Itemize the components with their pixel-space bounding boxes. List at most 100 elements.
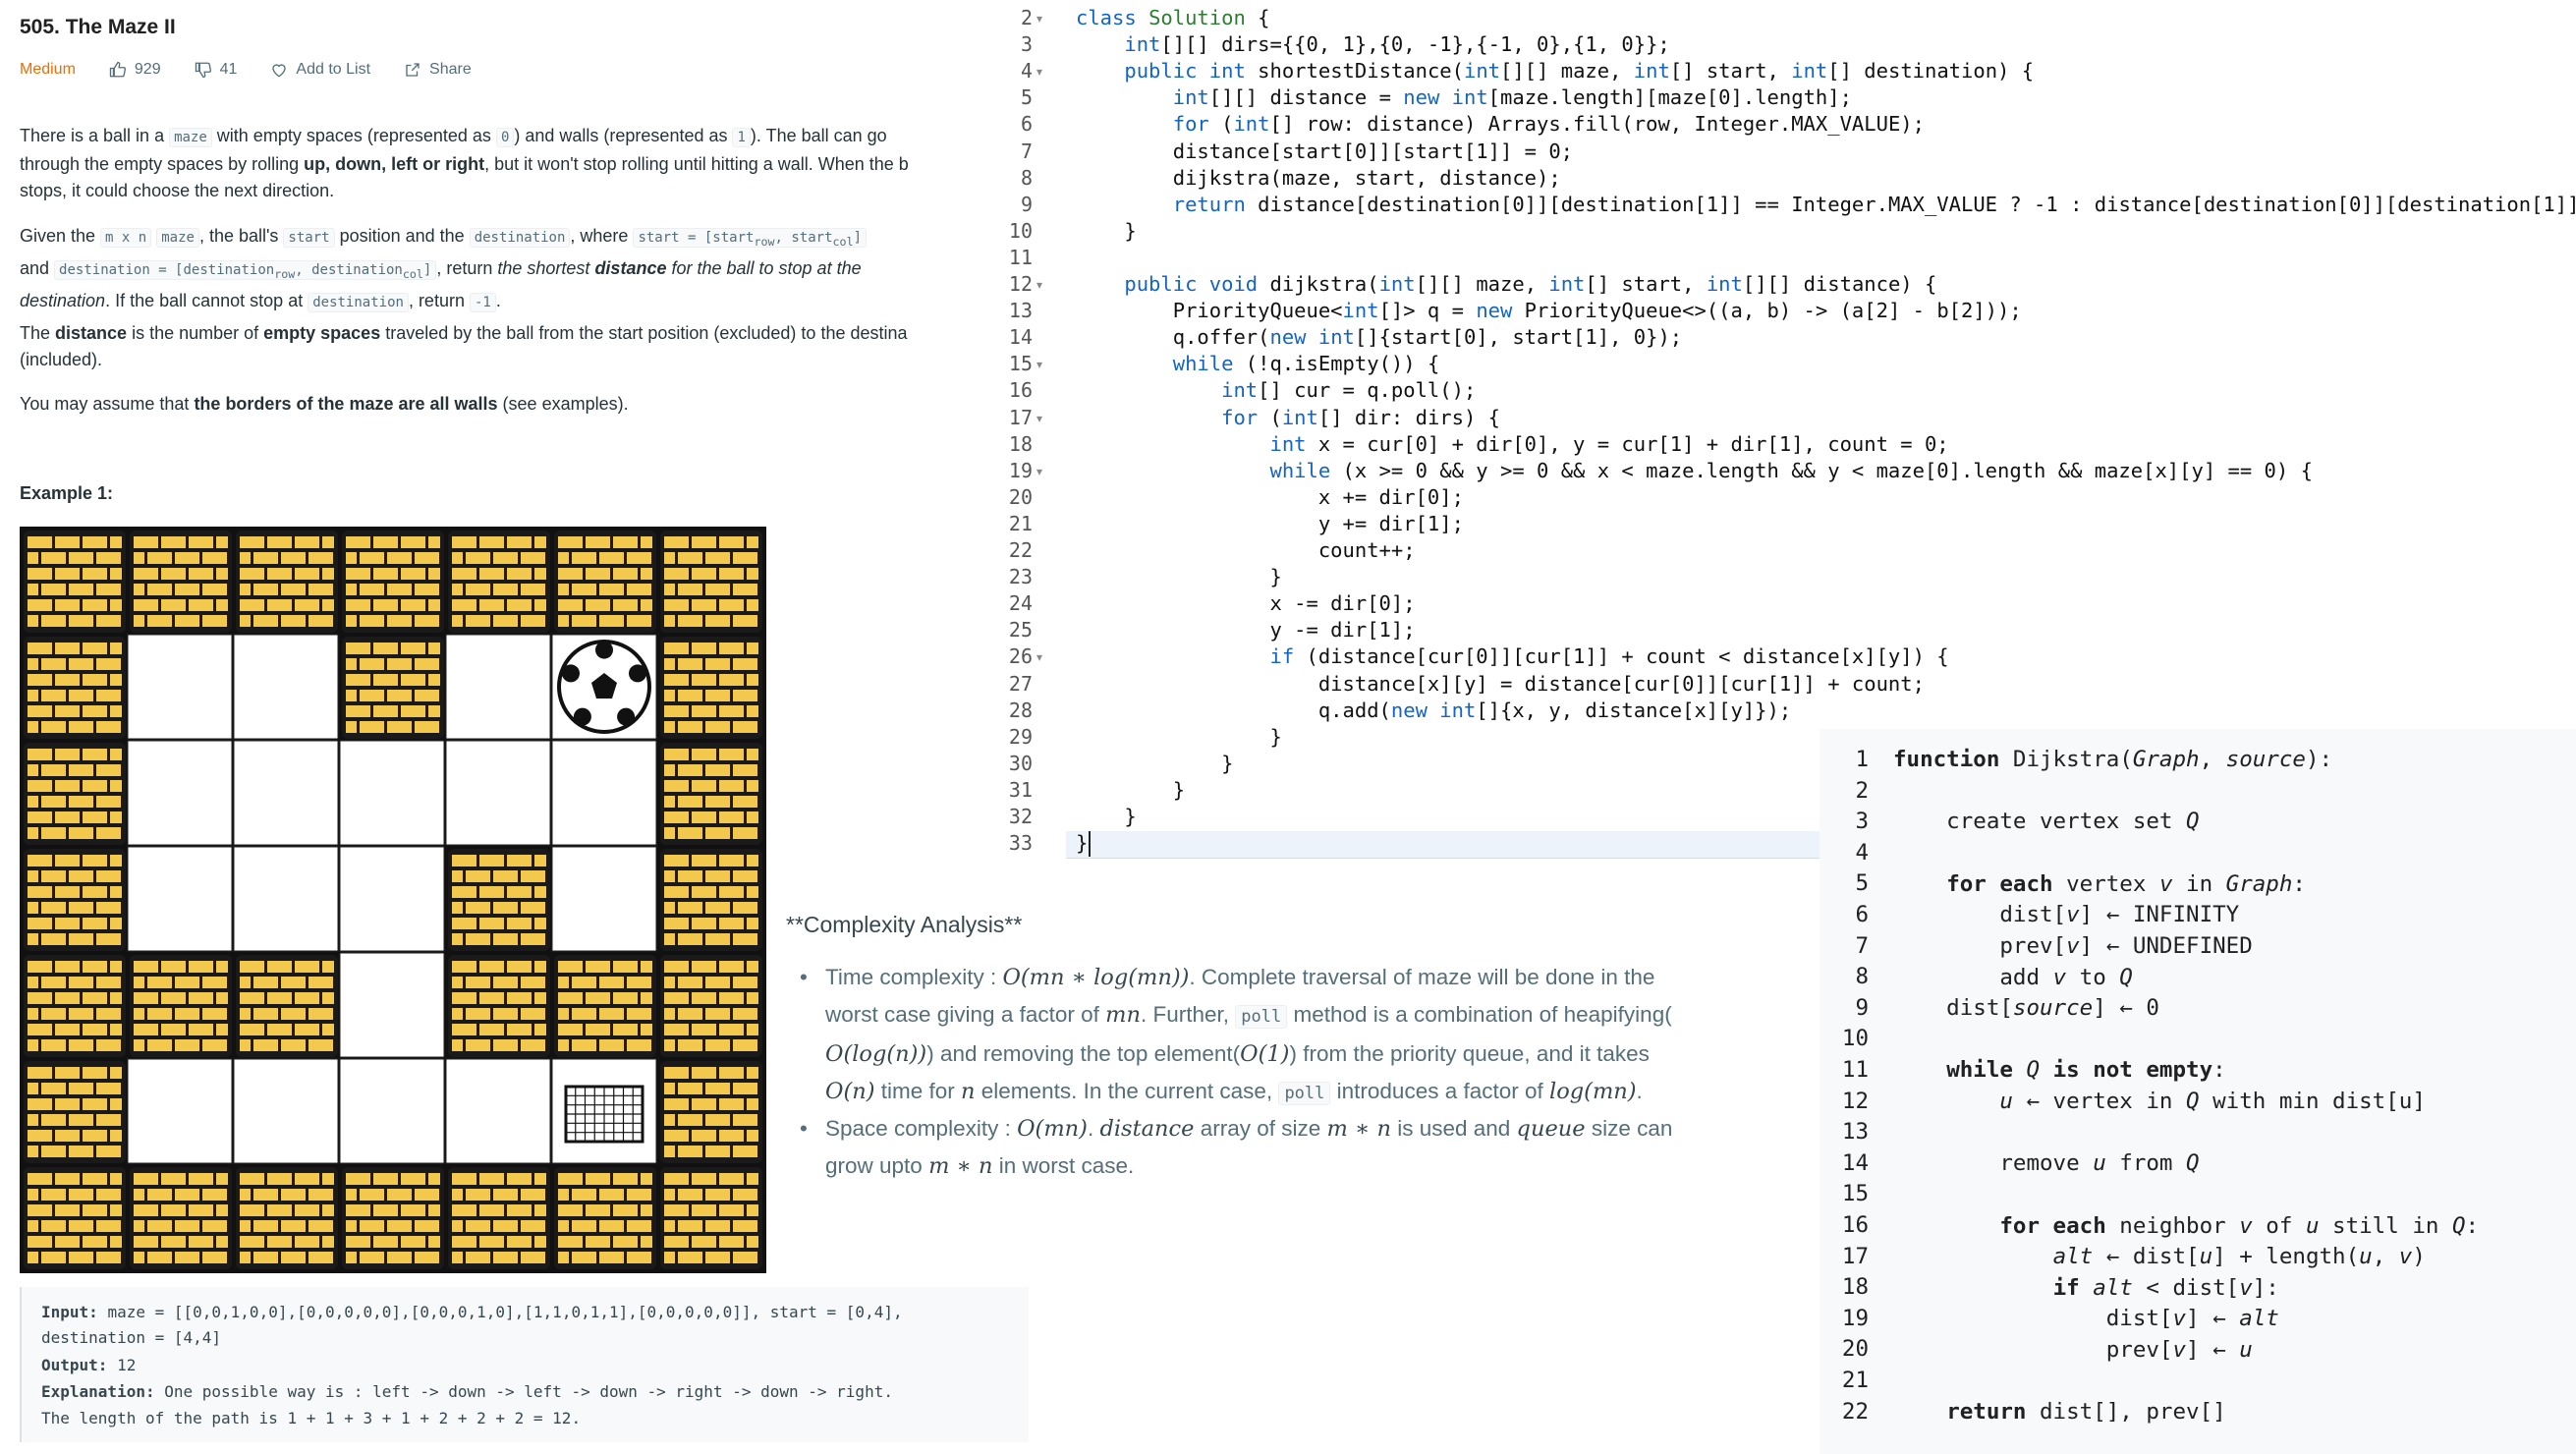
code-line[interactable]: y += dir[1]; — [1076, 512, 1464, 535]
code-line[interactable]: PriorityQueue<int[]> q = new PriorityQue… — [1076, 299, 2022, 322]
code-line[interactable]: } — [1076, 831, 1088, 855]
description-paragraph-1: There is a ball in a maze with empty spa… — [20, 126, 909, 200]
code-line-number: 3 — [1020, 32, 1033, 57]
pseudo-line-11: while Q is not empty: — [1946, 1057, 2226, 1083]
code-line[interactable]: while (x >= 0 && y >= 0 && x < maze.leng… — [1076, 459, 2312, 482]
code-line-number: 24 — [1008, 591, 1033, 616]
code-line[interactable]: while (!q.isEmpty()) { — [1076, 352, 1440, 375]
code-line[interactable]: x += dir[0]; — [1076, 485, 1464, 509]
code-line-number: 22 — [1008, 538, 1033, 562]
code-line[interactable]: class Solution { — [1076, 6, 1270, 29]
code-line[interactable]: public int shortestDistance(int[][] maze… — [1076, 59, 2034, 83]
maze-wall-cell — [342, 531, 444, 633]
editor-bottom-divider — [1066, 858, 1832, 860]
pseudocode-line-number: 19 — [1841, 1305, 1869, 1331]
code-line[interactable]: distance[start[0]][start[1]] = 0; — [1076, 140, 1573, 163]
code-line[interactable]: q.offer(new int[]{start[0], start[1], 0}… — [1076, 325, 1682, 349]
maze-empty-cell — [233, 740, 339, 846]
code-line-number: 13 — [1008, 299, 1033, 323]
maze-wall-cell — [448, 955, 550, 1057]
code-line[interactable]: } — [1076, 778, 1185, 802]
code-line[interactable]: } — [1076, 725, 1281, 749]
maze-wall-cell — [660, 637, 762, 739]
fold-arrow-icon[interactable]: ▾ — [1036, 358, 1042, 371]
fold-arrow-icon[interactable]: ▾ — [1036, 12, 1042, 26]
pseudo-line-14: remove u from Q — [1893, 1150, 2200, 1176]
maze-empty-cell — [127, 740, 233, 846]
code-line[interactable]: return distance[destination[0]][destinat… — [1076, 193, 2576, 216]
code-line[interactable]: int[] cur = q.poll(); — [1076, 378, 1476, 402]
maze-wall-cell — [236, 955, 338, 1057]
description-paragraph-2: Given the m x n maze, the ball's start p… — [20, 223, 997, 316]
pseudo-line-12: u ← vertex in Q with min dist[u] — [1999, 1089, 2426, 1114]
fold-arrow-icon[interactable]: ▾ — [1036, 412, 1042, 425]
dislike-count: 41 — [219, 61, 238, 78]
code-line[interactable]: count++; — [1076, 538, 1416, 562]
pseudocode-line-number: 6 — [1855, 902, 1869, 927]
code-line[interactable]: for (int[] row: distance) Arrays.fill(ro… — [1076, 112, 1925, 136]
fold-arrow-icon[interactable]: ▾ — [1036, 65, 1042, 79]
like-button[interactable]: 929 — [109, 61, 161, 79]
code-line[interactable]: } — [1076, 565, 1281, 588]
maze-wall-cell — [448, 849, 550, 951]
pseudo-line-7: prev[v] ← UNDEFINED — [1893, 933, 2253, 959]
problem-panel: 505. The Maze II Medium 929 41 Add to Li… — [0, 0, 997, 1454]
maze-wall-cell — [24, 849, 126, 951]
fold-arrow-icon[interactable]: ▾ — [1036, 278, 1042, 292]
code-line[interactable]: for (int[] dir: dirs) { — [1076, 406, 1500, 429]
pseudocode-line-number: 5 — [1855, 870, 1869, 897]
code-line-number: 19 — [1008, 458, 1033, 482]
current-line-highlight — [1066, 831, 1832, 860]
code-line[interactable]: } — [1076, 805, 1136, 828]
maze-wall-cell — [660, 743, 762, 845]
maze-empty-cell — [233, 1058, 339, 1164]
code-line[interactable]: q.add(new int[]{x, y, distance[x][y]}); — [1076, 699, 1791, 722]
code-line[interactable]: int[][] dirs={{0, 1},{0, -1},{-1, 0},{1,… — [1076, 32, 1669, 56]
code-line[interactable]: dijkstra(maze, start, distance); — [1076, 166, 1561, 190]
pseudocode-line-number: 2 — [1855, 777, 1869, 804]
share-icon — [406, 63, 420, 77]
code-line[interactable]: if (distance[cur[0]][cur[1]] + count < d… — [1076, 644, 1948, 668]
pseudocode-line-number: 15 — [1841, 1181, 1869, 1207]
maze-empty-cell — [551, 846, 657, 952]
code-line[interactable]: } — [1076, 219, 1136, 243]
fold-arrow-icon[interactable]: ▾ — [1036, 650, 1042, 664]
dislike-button[interactable]: 41 — [195, 61, 238, 79]
maze-wall-cell — [236, 531, 338, 633]
code-line[interactable]: x -= dir[0]; — [1076, 591, 1415, 615]
problem-title: 505. The Maze II — [20, 16, 176, 38]
code-line-number: 21 — [1008, 511, 1033, 535]
maze-empty-cell — [551, 740, 657, 846]
maze-wall-cell — [342, 637, 444, 739]
code-line[interactable]: int x = cur[0] + dir[0], y = cur[1] + di… — [1076, 432, 1948, 456]
pseudocode-line-number: 17 — [1841, 1243, 1869, 1269]
code-line[interactable]: y -= dir[1]; — [1076, 618, 1415, 642]
maze-wall-cell — [554, 531, 656, 633]
code-line-number: 15 — [1008, 352, 1033, 376]
code-line[interactable]: int[][] distance = new int[maze.length][… — [1076, 85, 1852, 109]
code-line-number: 9 — [1020, 192, 1033, 216]
code-line[interactable]: public void dijkstra(int[][] maze, int[]… — [1076, 272, 1936, 296]
pseudocode-line-number: 20 — [1841, 1336, 1869, 1363]
pseudo-line-17: alt ← dist[u] + length(u, v) — [2052, 1244, 2426, 1269]
pseudocode-line-number: 4 — [1855, 839, 1869, 866]
maze-wall-cell — [448, 1167, 550, 1269]
complexity-heading: **Complexity Analysis** — [786, 912, 1023, 937]
fold-arrow-icon[interactable]: ▾ — [1036, 465, 1042, 478]
maze-wall-cell — [24, 531, 126, 633]
complexity-analysis: **Complexity Analysis** • Time complexity… — [786, 904, 1798, 1199]
code-line[interactable]: } — [1076, 752, 1233, 775]
pseudo-line-8: add v to Q — [1893, 965, 2133, 990]
code-line[interactable]: distance[x][y] = distance[cur[0]][cur[1]… — [1076, 672, 1925, 696]
pseudocode-line-number: 3 — [1855, 809, 1869, 835]
maze-wall-cell — [554, 1167, 656, 1269]
difficulty-label: Medium — [20, 61, 76, 78]
code-line-number: 2 — [1020, 6, 1033, 29]
add-to-list-button[interactable]: Add to List — [270, 61, 370, 79]
share-button[interactable]: Share — [404, 61, 472, 79]
pseudo-line-20: prev[v] ← u — [1893, 1337, 2253, 1363]
pseudo-line-9: dist[source] ← 0 — [1893, 995, 2159, 1021]
pseudocode-line-number: 21 — [1841, 1368, 1869, 1393]
code-line-number: 20 — [1008, 484, 1033, 509]
maze-empty-cell — [233, 846, 339, 952]
